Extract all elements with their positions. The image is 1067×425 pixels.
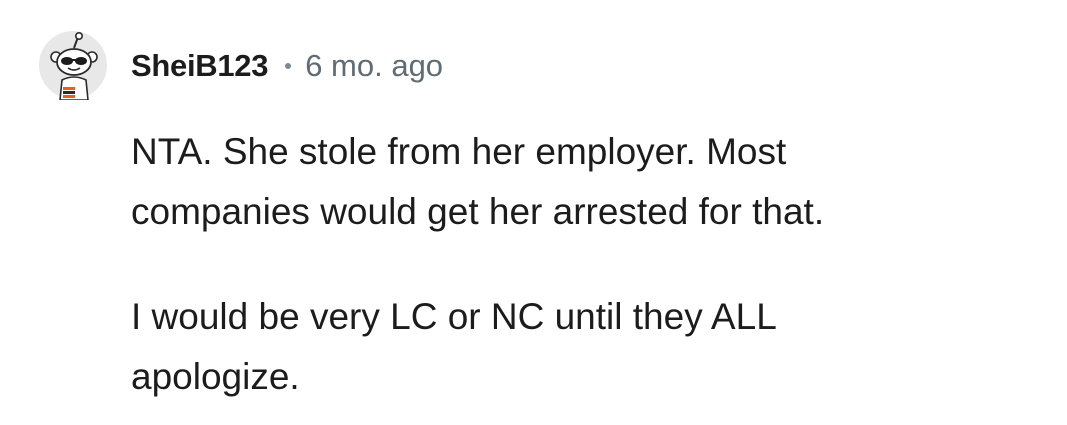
comment-paragraph: NTA. She stole from her employer. Most c… (131, 131, 825, 232)
timestamp: 6 mo. ago (305, 48, 444, 83)
comment-paragraph: I would be very LC or NC until they ALL … (131, 296, 777, 397)
separator-dot (285, 63, 292, 69)
snoo-sunglasses-avatar-icon (39, 31, 107, 100)
comment-meta: SheiB123 6 mo. ago (131, 46, 443, 86)
comment-body: NTA. She stole from her employer. Most c… (131, 122, 1031, 407)
username[interactable]: SheiB123 (131, 48, 268, 84)
comment: SheiB123 6 mo. ago NTA. She stole from h… (0, 0, 1067, 425)
avatar[interactable] (38, 30, 108, 100)
